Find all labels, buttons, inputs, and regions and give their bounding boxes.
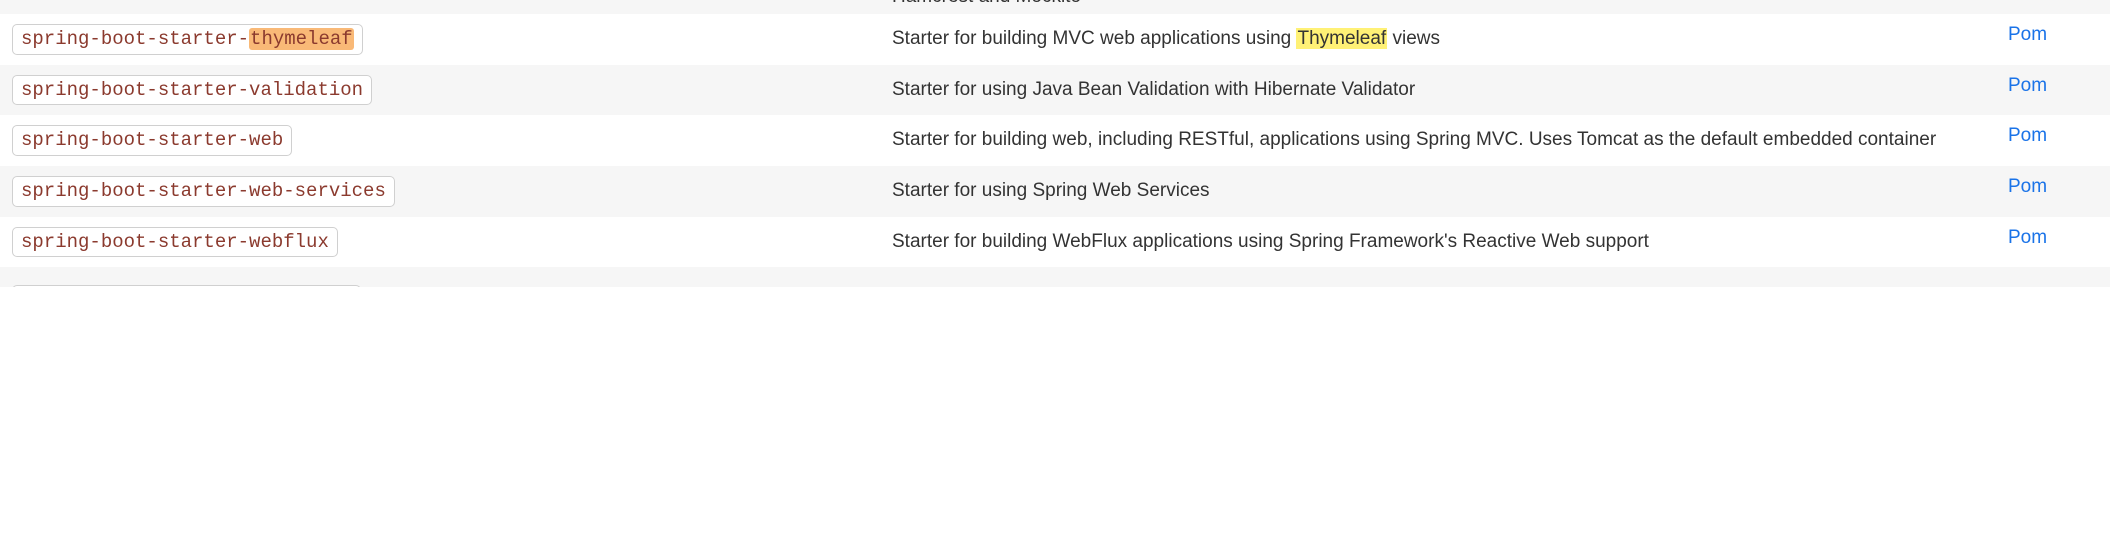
starter-name-cell: spring-boot-starter-web-services xyxy=(12,176,892,207)
desc-text: Hamcrest and Mockito xyxy=(892,0,1081,4)
starter-code xyxy=(12,285,361,287)
code-highlight: thymeleaf xyxy=(249,28,354,50)
table-row: Hamcrest and Mockito xyxy=(0,0,2110,14)
desc-highlight: Thymeleaf xyxy=(1296,28,1387,49)
starter-code: spring-boot-starter-web xyxy=(12,125,292,156)
starter-name-cell: spring-boot-starter-webflux xyxy=(12,227,892,258)
pom-link[interactable]: Pom xyxy=(2008,227,2047,248)
starter-code: spring-boot-starter-web-services xyxy=(12,176,395,207)
desc-text: Starter for using Java Bean Validation w… xyxy=(892,79,1415,100)
starter-link-cell: Pom xyxy=(2008,176,2098,198)
pom-link[interactable]: Pom xyxy=(2008,75,2047,96)
starter-name-cell xyxy=(12,277,892,287)
desc-text: Starter for building web, including REST… xyxy=(892,129,1936,150)
code-prefix: spring-boot-starter- xyxy=(21,28,249,50)
desc-text: Starter for building WebFlux application… xyxy=(892,231,1649,252)
starter-desc-cell: Starter for building MVC web application… xyxy=(892,24,2008,53)
starter-link-cell: Pom xyxy=(2008,227,2098,249)
starter-name-cell: spring-boot-starter-validation xyxy=(12,75,892,106)
starter-name-cell: spring-boot-starter-thymeleaf xyxy=(12,24,892,55)
starters-table: Hamcrest and Mockito spring-boot-starter… xyxy=(0,0,2110,287)
table-row: spring-boot-starter-webflux Starter for … xyxy=(0,217,2110,268)
starter-code: spring-boot-starter-thymeleaf xyxy=(12,24,363,55)
starter-desc-cell: Starter for using Java Bean Validation w… xyxy=(892,75,2008,104)
starter-desc-cell: Starter for building WebFlux application… xyxy=(892,227,2008,256)
starter-desc-cell: Hamcrest and Mockito xyxy=(892,0,2008,4)
pom-link[interactable]: Pom xyxy=(2008,125,2047,146)
pom-link[interactable]: Pom xyxy=(2008,176,2047,197)
table-row: spring-boot-starter-web Starter for buil… xyxy=(0,115,2110,166)
desc-text: Starter for using Spring Web Services xyxy=(892,180,1210,201)
table-row xyxy=(0,267,2110,287)
table-row: spring-boot-starter-web-services Starter… xyxy=(0,166,2110,217)
pom-link[interactable]: Pom xyxy=(2008,24,2047,45)
starter-link-cell: Pom xyxy=(2008,24,2098,46)
starter-code: spring-boot-starter-webflux xyxy=(12,227,338,258)
starter-link-cell: Pom xyxy=(2008,125,2098,147)
table-row: spring-boot-starter-thymeleaf Starter fo… xyxy=(0,14,2110,65)
starter-desc-cell: Starter for using Spring Web Services xyxy=(892,176,2008,205)
starter-name-cell: spring-boot-starter-web xyxy=(12,125,892,156)
desc-text-post: views xyxy=(1387,28,1440,49)
table-row: spring-boot-starter-validation Starter f… xyxy=(0,65,2110,116)
starter-desc-cell: Starter for building web, including REST… xyxy=(892,125,2008,154)
starter-code: spring-boot-starter-validation xyxy=(12,75,372,106)
starter-link-cell: Pom xyxy=(2008,75,2098,97)
desc-text-pre: Starter for building MVC web application… xyxy=(892,28,1296,49)
